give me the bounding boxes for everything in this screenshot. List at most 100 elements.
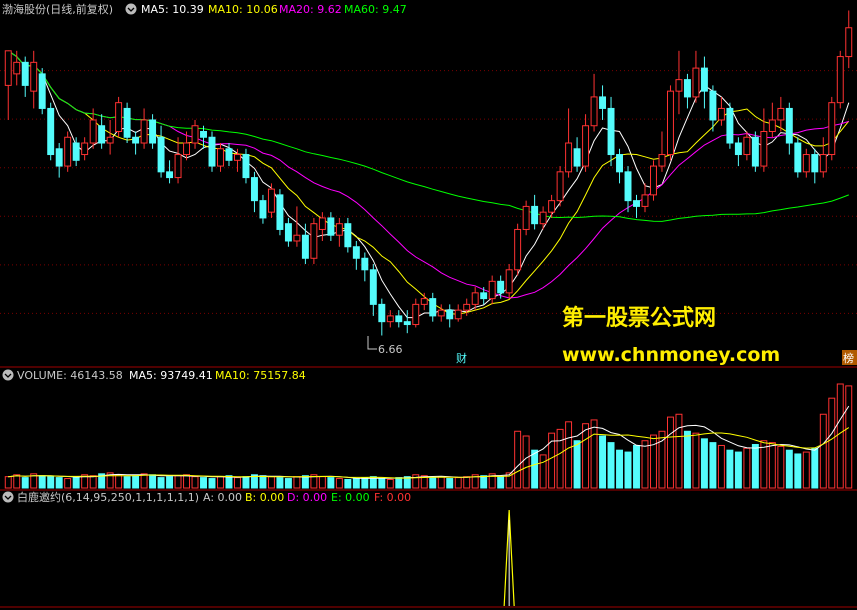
volume-bar-down bbox=[395, 477, 403, 489]
candle-up bbox=[64, 136, 72, 167]
candle-up bbox=[505, 269, 513, 294]
volume-bar-up bbox=[666, 416, 674, 489]
volume-bar-up bbox=[140, 473, 148, 489]
candle-down bbox=[259, 200, 267, 219]
candle-down bbox=[378, 303, 386, 323]
volume-bar-down bbox=[607, 442, 615, 489]
indicator-b: B: 0.00 bbox=[245, 491, 284, 504]
volume-bar-up bbox=[650, 434, 657, 489]
candle-down bbox=[132, 136, 140, 144]
price-header: 渤海股份(日线,前复权) MA5: 10.39 MA10: 10.06 MA20… bbox=[2, 2, 407, 16]
volume-bar-up bbox=[590, 419, 598, 489]
volume-bar-up bbox=[641, 440, 649, 489]
candlestick-series bbox=[4, 10, 853, 336]
volume-bar-down bbox=[344, 478, 352, 489]
candle-down bbox=[726, 107, 734, 144]
candle-down bbox=[157, 136, 165, 173]
indicator-e: E: 0.00 bbox=[331, 491, 370, 504]
candle-down bbox=[446, 309, 454, 320]
candle-down bbox=[751, 136, 759, 167]
moving-average-lines bbox=[7, 50, 850, 319]
watermark-title: 第一股票公式网 bbox=[562, 305, 716, 331]
volume-bar-up bbox=[743, 447, 751, 489]
volume-bar-up bbox=[318, 476, 326, 489]
candle-down bbox=[72, 142, 80, 161]
volume-bar-up bbox=[692, 432, 700, 489]
collapse-icon[interactable] bbox=[125, 3, 137, 15]
ma5-line bbox=[7, 50, 850, 319]
volume-bar-down bbox=[123, 476, 131, 489]
volume-bar-up bbox=[64, 478, 72, 489]
stock-chart: 渤海股份(日线,前复权) MA5: 10.39 MA10: 10.06 MA20… bbox=[0, 2, 857, 608]
right-tag: 榜 bbox=[843, 351, 854, 365]
candle-up bbox=[819, 154, 827, 173]
volume-bar-down bbox=[327, 477, 335, 489]
volume-bar-down bbox=[683, 430, 691, 489]
ma60-line bbox=[7, 50, 849, 222]
candle-up bbox=[692, 67, 700, 98]
volume-bar-down bbox=[72, 476, 80, 489]
indicator-f: F: 0.00 bbox=[374, 491, 411, 504]
candle-up bbox=[217, 148, 224, 167]
candle-down bbox=[429, 298, 437, 317]
candle-up bbox=[582, 125, 590, 167]
volume-bar-down bbox=[208, 478, 216, 489]
volume-bar-down bbox=[700, 438, 708, 489]
volume-bar-up bbox=[412, 474, 420, 489]
candle-up bbox=[115, 102, 123, 132]
candle-up bbox=[293, 234, 301, 242]
volume-bar-down bbox=[166, 476, 174, 489]
volume-bar-down bbox=[47, 476, 55, 489]
candle-up bbox=[463, 303, 471, 311]
indicator-collapse-icon[interactable] bbox=[2, 491, 14, 503]
candle-down bbox=[794, 142, 802, 173]
volume-collapse-icon[interactable] bbox=[2, 369, 14, 381]
candle-up bbox=[768, 119, 776, 132]
volume-bar-up bbox=[183, 474, 191, 489]
candle-down bbox=[208, 136, 216, 167]
candle-down bbox=[276, 194, 284, 230]
candle-down bbox=[98, 125, 106, 144]
indicator-a: A: 0.00 bbox=[203, 491, 242, 504]
candle-up bbox=[191, 125, 199, 144]
candle-down bbox=[284, 223, 292, 242]
candle-up bbox=[454, 309, 462, 320]
volume-bar-down bbox=[276, 477, 284, 489]
volume-bar-up bbox=[845, 385, 853, 489]
volume-bar-down bbox=[352, 478, 360, 489]
candle-down bbox=[531, 205, 539, 225]
candle-down bbox=[683, 79, 691, 98]
volume-bar-down bbox=[785, 449, 793, 489]
volume-bar-down bbox=[624, 451, 632, 489]
candle-down bbox=[811, 154, 819, 173]
candle-down bbox=[734, 142, 742, 156]
volume-bar-up bbox=[717, 444, 725, 489]
volume-bar-down bbox=[734, 451, 742, 489]
volume-bar-down bbox=[794, 453, 802, 489]
volume-bar-up bbox=[675, 413, 683, 489]
volume-bar-down bbox=[361, 477, 369, 489]
volume-bar-down bbox=[200, 477, 207, 489]
volume-bar-down bbox=[497, 476, 505, 489]
candle-down bbox=[242, 154, 250, 179]
candle-up bbox=[743, 136, 751, 156]
volume-bar-up bbox=[582, 423, 590, 489]
indicator-series bbox=[503, 509, 515, 607]
candle-down bbox=[599, 96, 607, 109]
volume-bar-up bbox=[454, 477, 462, 489]
candle-up bbox=[386, 315, 394, 323]
volume-bar-up bbox=[335, 478, 343, 489]
candle-down bbox=[344, 223, 352, 248]
candle-down bbox=[352, 246, 360, 259]
candle-up bbox=[845, 27, 853, 58]
volume-bar-up bbox=[267, 476, 275, 489]
watermark-url: www.chnmoney.com bbox=[562, 344, 780, 366]
volume-bar-down bbox=[242, 476, 250, 489]
candle-down bbox=[633, 200, 640, 207]
candle-up bbox=[81, 142, 89, 156]
candle-down bbox=[607, 107, 615, 156]
candle-up bbox=[522, 205, 530, 230]
candle-up bbox=[420, 298, 428, 305]
candle-down bbox=[700, 67, 708, 92]
volume-bar-down bbox=[225, 475, 233, 489]
